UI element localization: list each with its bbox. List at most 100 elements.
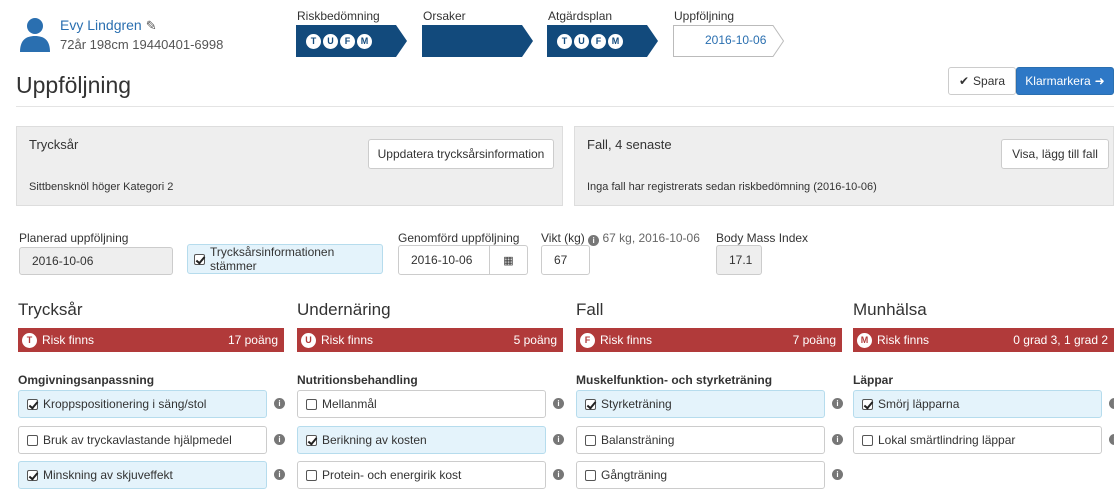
calendar-icon[interactable]: ▦	[488, 246, 527, 274]
intervention-checkbox[interactable]: Protein- och energirik kost	[297, 461, 546, 489]
intervention-checkbox[interactable]: Minskning av skjuveffekt	[18, 461, 267, 489]
intervention-subheading: Muskelfunktion- och styrketräning	[576, 373, 773, 387]
badge-icon: F	[591, 34, 606, 49]
risk-badge-icon: U	[301, 332, 316, 348]
check-icon: ✔	[958, 74, 970, 88]
info-icon[interactable]: i	[274, 469, 285, 480]
badge-icon: M	[608, 34, 623, 49]
risk-label: Risk finns	[42, 333, 95, 347]
info-icon[interactable]: i	[553, 434, 564, 445]
section-title: Undernäring	[297, 300, 391, 319]
pressure-ulcer-panel-title: Trycksår	[29, 137, 79, 152]
patient-meta: 72år 198cm 19440401-6998	[60, 37, 224, 52]
info-icon[interactable]: i	[553, 398, 564, 409]
intervention-checkbox[interactable]: Kroppspositionering i säng/stol	[18, 390, 267, 418]
falls-panel: Fall, 4 senaste Visa, lägg till fall Ing…	[574, 126, 1114, 206]
step-label-atgardsplan: Atgärdsplan	[548, 9, 613, 23]
intervention-checkbox[interactable]: Lokal smärtlindring läppar	[853, 426, 1102, 454]
risk-label: Risk finns	[600, 333, 653, 347]
pencil-icon[interactable]: ✎	[146, 18, 157, 34]
intervention-label: Minskning av skjuveffekt	[43, 468, 173, 482]
checkbox-checked-icon[interactable]	[27, 398, 38, 410]
risk-badge-icon: T	[22, 332, 37, 348]
done-followup-label: Genomförd uppföljning	[398, 231, 520, 245]
intervention-checkbox[interactable]: Mellanmål	[297, 390, 546, 418]
patient-name-text[interactable]: Evy Lindgren	[60, 17, 142, 33]
weight-label-row: Vikt (kg) i 67 kg, 2016-10-06	[541, 231, 700, 246]
intervention-checkbox[interactable]: Smörj läpparna	[853, 390, 1102, 418]
checkbox-icon[interactable]	[862, 434, 873, 446]
info-icon[interactable]: i	[274, 434, 285, 445]
checkbox-checked-icon[interactable]	[306, 434, 317, 446]
risk-points: 7 poäng	[792, 333, 836, 347]
patient-name[interactable]: Evy Lindgren ✎	[60, 17, 157, 34]
falls-panel-title: Fall, 4 senaste	[587, 137, 672, 152]
intervention-label: Gångträning	[601, 468, 668, 482]
show-add-fall-button[interactable]: Visa, lägg till fall	[1001, 139, 1109, 169]
weight-input[interactable]: 67	[541, 245, 590, 275]
checkbox-icon[interactable]	[585, 469, 596, 481]
checkbox-icon[interactable]	[585, 434, 596, 446]
arrow-right-icon: ➜	[1094, 74, 1105, 88]
risk-points: 0 grad 3, 1 grad 2	[1013, 333, 1108, 347]
section-title: Munhälsa	[853, 300, 927, 319]
intervention-label: Bruk av tryckavlastande hjälpmedel	[43, 433, 232, 447]
info-icon[interactable]: i	[832, 434, 843, 445]
badge-icon: F	[340, 34, 355, 49]
intervention-label: Balansträning	[601, 433, 675, 447]
update-pressure-ulcer-button[interactable]: Uppdatera trycksårsinformation	[368, 139, 554, 169]
badge-icon: T	[306, 34, 321, 49]
info-icon[interactable]: i	[832, 398, 843, 409]
step-orsaker[interactable]	[422, 25, 534, 57]
intervention-label: Protein- och energirik kost	[322, 468, 462, 482]
info-icon[interactable]: i	[588, 235, 600, 246]
intervention-subheading: Omgivningsanpassning	[18, 373, 155, 387]
checkbox-checked-icon[interactable]	[585, 398, 596, 410]
checkbox-icon[interactable]	[306, 398, 317, 410]
planned-followup-label: Planerad uppföljning	[19, 231, 129, 245]
badge-icon: U	[323, 34, 338, 49]
mark-complete-button[interactable]: Klarmarkera ➜	[1016, 67, 1114, 95]
checkbox-checked-icon[interactable]	[862, 398, 873, 410]
step-uppfoljning[interactable]: 2016-10-06	[673, 25, 785, 57]
badge-icon: M	[357, 34, 372, 49]
weight-hint: 67 kg, 2016-10-06	[602, 231, 700, 245]
risk-label: Risk finns	[321, 333, 374, 347]
intervention-checkbox[interactable]: Berikning av kosten	[297, 426, 546, 454]
step-uppfoljning-date: 2016-10-06	[705, 33, 767, 47]
risk-points: 5 poäng	[513, 333, 557, 347]
save-button[interactable]: ✔ Spara	[948, 67, 1016, 95]
pressure-info-confirm-label: Trycksårsinformationen stämmer	[210, 245, 335, 273]
info-icon[interactable]: i	[274, 398, 285, 409]
intervention-label: Kroppspositionering i säng/stol	[43, 397, 207, 411]
info-icon[interactable]: i	[553, 469, 564, 480]
done-followup-date-value: 2016-10-06	[411, 253, 473, 267]
section-title: Fall	[576, 300, 604, 319]
checkbox-icon[interactable]	[306, 469, 317, 481]
save-label: Spara	[973, 74, 1006, 88]
step-riskbedomning[interactable]: TUFM	[296, 25, 408, 57]
done-followup-date-input[interactable]: 2016-10-06 ▦	[398, 245, 528, 275]
info-icon[interactable]: i	[1109, 398, 1114, 409]
checkbox-icon[interactable]	[27, 434, 38, 446]
pressure-info-confirm-checkbox[interactable]: Trycksårsinformationen stämmer	[187, 244, 383, 274]
checkbox-checked-icon[interactable]	[194, 253, 205, 265]
intervention-label: Smörj läpparna	[878, 397, 960, 411]
user-icon	[16, 16, 54, 52]
intervention-label: Mellanmål	[322, 397, 377, 411]
risk-bar: U Risk finns 5 poäng	[297, 328, 563, 352]
page-title: Uppföljning	[16, 72, 132, 98]
intervention-checkbox[interactable]: Gångträning	[576, 461, 825, 489]
intervention-checkbox[interactable]: Balansträning	[576, 426, 825, 454]
intervention-checkbox[interactable]: Styrketräning	[576, 390, 825, 418]
step-atgardsplan[interactable]: TUFM	[547, 25, 659, 57]
risk-bar: T Risk finns 17 poäng	[18, 328, 284, 352]
risk-badge-icon: F	[580, 332, 595, 348]
step-label-orsaker: Orsaker	[423, 9, 466, 23]
checkbox-checked-icon[interactable]	[27, 469, 38, 481]
step-label-uppfoljning: Uppföljning	[674, 9, 735, 23]
info-icon[interactable]: i	[1109, 434, 1114, 445]
intervention-checkbox[interactable]: Bruk av tryckavlastande hjälpmedel	[18, 426, 267, 454]
info-icon[interactable]: i	[832, 469, 843, 480]
step-label-riskbedomning: Riskbedömning	[297, 9, 380, 23]
